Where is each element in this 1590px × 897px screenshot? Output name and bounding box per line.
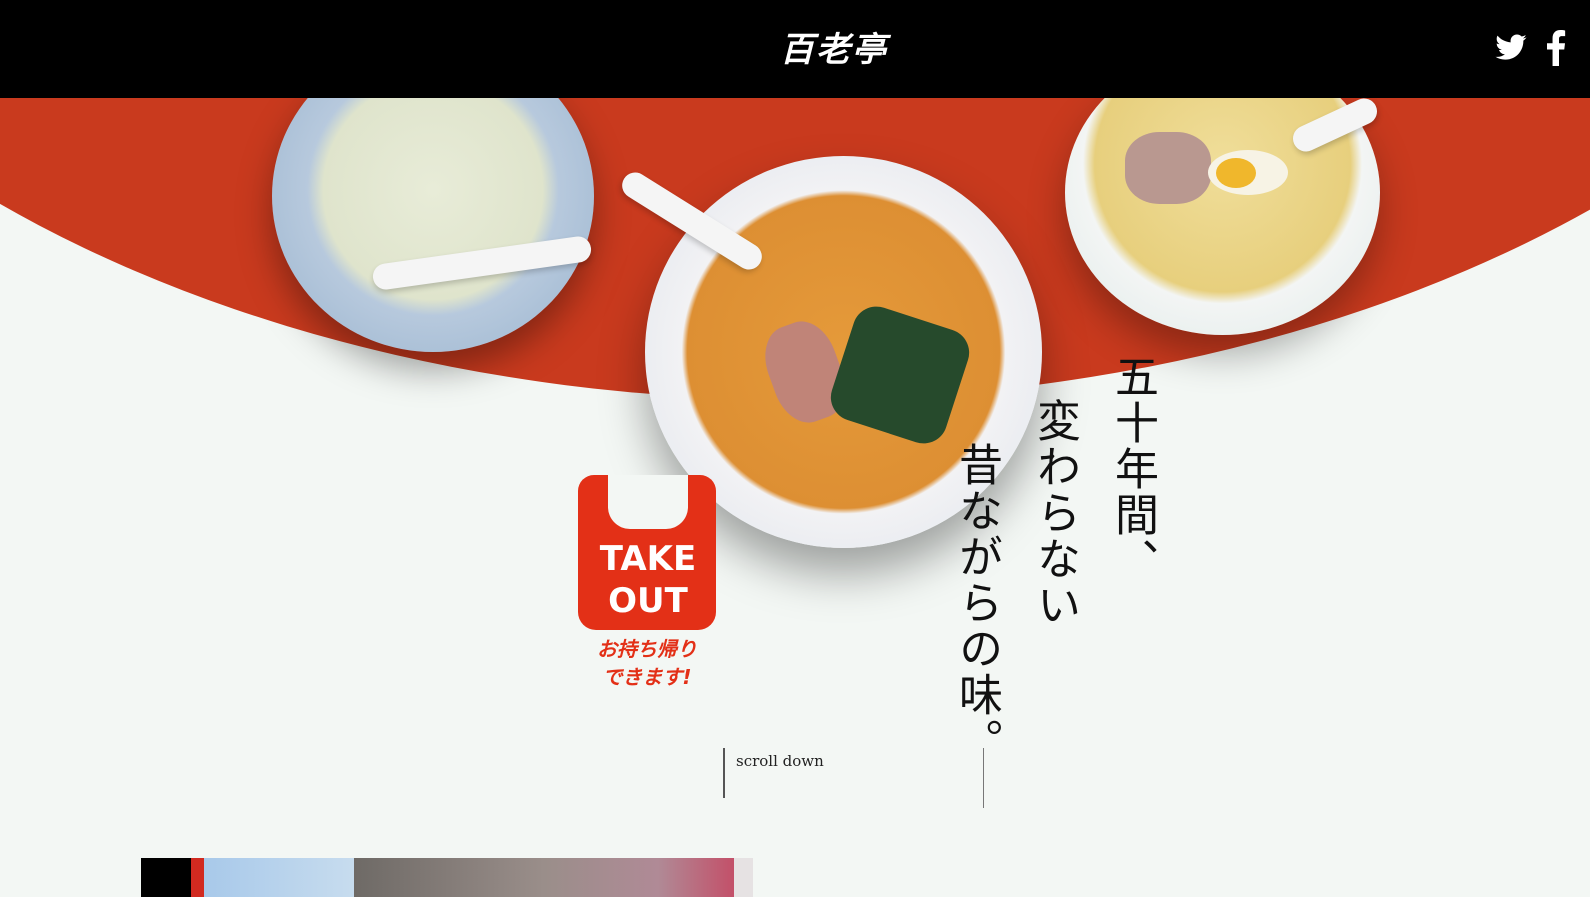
photo-black-band xyxy=(141,858,191,897)
photo-red-band xyxy=(191,858,204,897)
photo-sky xyxy=(204,858,354,897)
takeout-line-1: TAKE xyxy=(599,539,697,579)
vertical-divider xyxy=(983,748,984,808)
tagline-line-1: 五十年間、 xyxy=(1107,354,1158,584)
bag-handle-notch xyxy=(608,475,688,529)
page: 百老亭 TAKE OUT お持ち帰り できます! 五十年間、 変わらない 昔なが… xyxy=(0,0,1590,897)
takeout-sub-1: お持ち帰り xyxy=(597,637,697,661)
twitter-icon[interactable] xyxy=(1494,30,1528,66)
tagline-line-3: 昔ながらの味。 xyxy=(951,442,1002,764)
scroll-down-link[interactable]: scroll down xyxy=(723,748,824,798)
takeout-sub-2: できます! xyxy=(602,665,692,689)
chashu-pork-right xyxy=(1125,132,1211,204)
takeout-badge[interactable]: TAKE OUT お持ち帰り できます! xyxy=(578,475,718,700)
facebook-icon[interactable] xyxy=(1545,30,1567,66)
site-logo[interactable]: 百老亭 xyxy=(780,22,888,71)
tagline-line-2: 変わらない xyxy=(1029,398,1080,628)
egg-yolk xyxy=(1216,158,1256,188)
site-header: 百老亭 xyxy=(0,0,1590,98)
shop-photo xyxy=(141,858,753,897)
takeout-line-2: OUT xyxy=(608,581,688,621)
photo-edge xyxy=(734,858,753,897)
photo-roof xyxy=(354,858,734,897)
takeout-bag-icon: TAKE OUT xyxy=(578,475,716,630)
